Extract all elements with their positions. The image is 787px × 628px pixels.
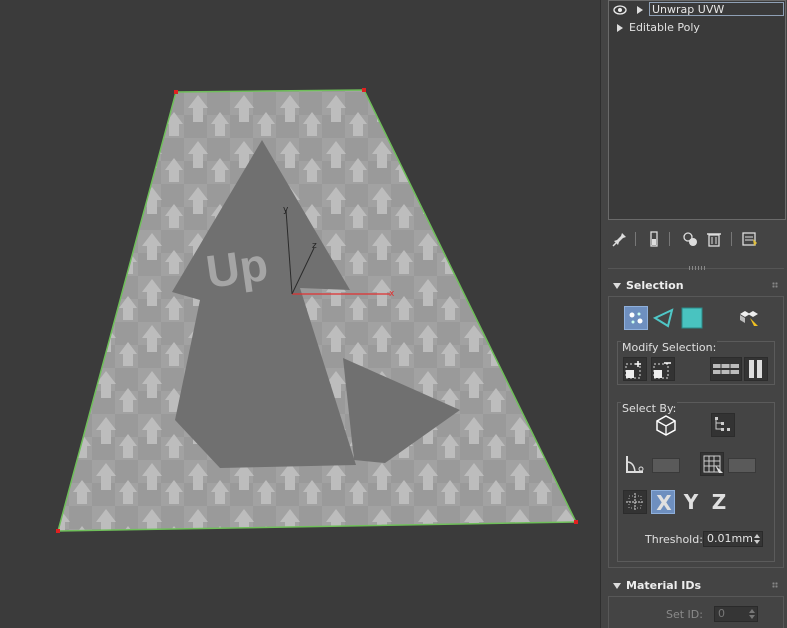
toolbar-separator [669, 232, 670, 246]
stack-toolbar [609, 228, 784, 252]
axis-y-label: y [283, 205, 289, 215]
material-ids-rollout-header[interactable]: Material IDs [608, 578, 784, 594]
configure-modifier-sets-icon[interactable] [741, 230, 759, 248]
modifier-stack: Unwrap UVW Editable Poly [608, 0, 786, 220]
toolbar-separator [731, 232, 732, 246]
grow-selection-button[interactable] [623, 357, 647, 381]
select-by-angle-button[interactable] [623, 452, 647, 476]
set-id-spinner[interactable]: 0 [714, 606, 758, 622]
shrink-selection-button[interactable] [651, 357, 675, 381]
resize-grip-icon[interactable] [689, 266, 705, 270]
axis-z-button[interactable]: Z [707, 490, 731, 514]
polygon-icon [681, 307, 703, 329]
select-by-element-button[interactable] [654, 413, 678, 437]
vertex[interactable] [362, 88, 366, 92]
make-unique-icon[interactable] [681, 230, 699, 248]
hierarchy-icon [715, 417, 730, 431]
eye-icon[interactable] [613, 4, 627, 16]
show-end-result-icon[interactable] [645, 230, 663, 248]
spinner-arrows-icon[interactable] [754, 533, 760, 545]
select-element-button[interactable] [736, 306, 760, 330]
axis-x-label: x [389, 289, 395, 299]
select-by-planar-button[interactable] [700, 452, 724, 477]
up-logo-text: Up [203, 238, 271, 298]
stack-item-unwrap-uvw[interactable]: Unwrap UVW [609, 2, 785, 18]
ring-selection-icon [749, 360, 762, 378]
expand-arrow-icon[interactable] [617, 24, 623, 32]
planar-grid-icon [703, 455, 723, 477]
modify-selection-label: Modify Selection: [621, 341, 718, 354]
vertex[interactable] [56, 529, 60, 533]
threshold-value: 0.01mm [707, 532, 753, 545]
command-panel: Unwrap UVW Editable Poly Selection Modif… [600, 0, 787, 628]
selection-rollout-header[interactable]: Selection [608, 278, 784, 294]
collapse-arrow-icon [613, 583, 621, 589]
vertex-mode-button[interactable] [624, 306, 648, 330]
axis-z-letter: Z [711, 490, 727, 514]
edge-icon [652, 308, 674, 328]
remove-modifier-icon[interactable] [705, 230, 723, 248]
vertex-icon [629, 312, 643, 324]
expand-arrow-icon[interactable] [637, 6, 643, 14]
vertex[interactable] [574, 520, 578, 524]
rollout-title: Material IDs [626, 579, 702, 592]
rollout-grip-icon [772, 282, 778, 288]
edge-mode-button[interactable] [652, 306, 676, 330]
element-select-icon [740, 311, 758, 330]
polygon-mode-button[interactable] [680, 306, 704, 330]
angle-value-field[interactable] [652, 458, 680, 473]
stack-item-editable-poly[interactable]: Editable Poly [609, 20, 785, 36]
set-id-label: Set ID: [666, 608, 703, 621]
rollout-grip-icon [772, 582, 778, 588]
spinner-arrows-icon[interactable] [749, 608, 755, 620]
axis-x-letter: X [656, 491, 672, 515]
viewport[interactable]: Up x y z [0, 0, 600, 628]
cube-icon [656, 415, 676, 436]
angle-icon [626, 456, 644, 473]
select-by-group: Select By: X Y Z Threshold: 0.01mm [617, 402, 775, 562]
axis-y-letter: Y [683, 490, 699, 514]
grow-selection-icon [625, 361, 641, 379]
threshold-spinner[interactable]: 0.01mm [703, 531, 763, 547]
material-ids-rollout: Set ID: 0 [608, 596, 784, 628]
select-by-axis-button[interactable] [623, 490, 647, 514]
select-by-hierarchy-button[interactable] [711, 413, 735, 437]
selection-rollout: Modify Selection: Select By: X Y Z Thres… [608, 296, 784, 568]
viewport-scene: Up x y z [0, 0, 600, 628]
loop-selection-button[interactable] [710, 357, 742, 381]
set-id-value: 0 [718, 607, 725, 620]
axis-x-button[interactable]: X [651, 490, 675, 515]
stack-item-label: Editable Poly [629, 21, 700, 34]
axis-y-button[interactable]: Y [679, 490, 703, 514]
threshold-label: Threshold: [645, 533, 703, 546]
axis-z-label: z [312, 241, 317, 251]
loop-selection-icon [713, 364, 739, 374]
planar-value-field[interactable] [728, 458, 756, 473]
uv-plane[interactable] [0, 0, 600, 628]
stack-item-label: Unwrap UVW [649, 2, 784, 16]
modify-selection-group: Modify Selection: [617, 341, 775, 385]
rollout-title: Selection [626, 279, 684, 292]
collapse-arrow-icon [613, 283, 621, 289]
shrink-selection-icon [653, 362, 671, 379]
toolbar-separator [635, 232, 636, 246]
ring-selection-button[interactable] [744, 357, 768, 381]
vertex[interactable] [174, 90, 178, 94]
pin-icon[interactable] [611, 230, 629, 248]
axis-grid-icon [626, 493, 644, 511]
